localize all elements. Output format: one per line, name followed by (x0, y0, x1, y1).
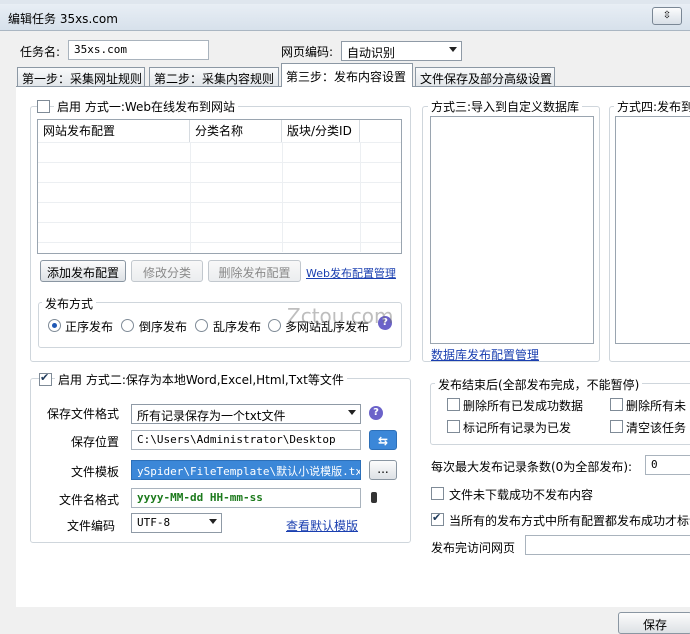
filename-format-label: 文件名格式 (59, 493, 120, 507)
method1-title-text: 方式一:Web在线发布到网站 (84, 100, 236, 114)
column-divider (282, 142, 283, 252)
delete-unpublished-checkbox[interactable] (610, 398, 623, 411)
file-encoding-label: 文件编码 (67, 519, 116, 533)
tab-file-save[interactable]: 文件保存及部分高级设置 (415, 67, 555, 86)
file-encoding-value: UTF-8 (137, 516, 171, 529)
delete-publish-config-button[interactable]: 删除发布配置 (208, 260, 301, 282)
method4-title: 方式四:发布到 (614, 98, 690, 115)
radio-multisite-random[interactable] (268, 319, 281, 332)
method1-enable-checkbox[interactable] (37, 100, 50, 113)
add-publish-config-button[interactable]: 添加发布配置 (40, 260, 126, 282)
window-title: 编辑任务 35xs.com (8, 12, 118, 26)
encoding-select[interactable]: 自动识别 (341, 41, 462, 61)
file-template-label: 文件模板 (71, 465, 120, 479)
chevron-down-icon (348, 410, 356, 415)
database-publish-config-link[interactable]: 数据库发布配置管理 (431, 346, 539, 363)
help-icon[interactable]: ? (369, 406, 383, 420)
restore-window-button[interactable]: ⇳ (652, 7, 682, 25)
mark-published-checkbox[interactable] (447, 420, 460, 433)
clear-task-label: 清空该任务 (626, 421, 687, 435)
radio-reverse[interactable] (121, 319, 134, 332)
title-bar: 编辑任务 35xs.com ⇳ (0, 4, 690, 31)
watermark-text: Zctou.com (287, 304, 394, 328)
chevron-down-icon (209, 519, 217, 524)
clear-task-checkbox[interactable] (610, 420, 623, 433)
radio-sequential-label: 正序发布 (65, 320, 114, 334)
delete-published-checkbox[interactable] (447, 398, 460, 411)
max-records-input[interactable]: 0 (645, 455, 690, 475)
save-location-label: 保存位置 (71, 435, 120, 449)
tab-step1[interactable]: 第一步：采集网址规则 (17, 67, 145, 86)
save-format-select[interactable]: 所有记录保存为一个txt文件 (131, 404, 361, 424)
mouse-icon (371, 492, 377, 503)
visit-url-label: 发布完访问网页 (431, 541, 516, 555)
delete-published-label: 删除所有已发成功数据 (463, 399, 584, 413)
database-config-list[interactable] (430, 116, 594, 344)
template-browse-button[interactable]: ... (369, 460, 397, 480)
list-header: 网站发布配置 分类名称 版块/分类ID (38, 120, 401, 143)
column-header-site-config[interactable]: 网站发布配置 (38, 120, 190, 142)
no-publish-if-download-fail-checkbox[interactable] (431, 487, 444, 500)
folder-browse-button[interactable]: ⇆ (369, 430, 397, 450)
radio-random-label: 乱序发布 (213, 320, 262, 334)
tab-step2[interactable]: 第二步：采集内容规则 (149, 67, 279, 86)
file-encoding-select[interactable]: UTF-8 (131, 513, 222, 533)
save-format-value: 所有记录保存为一个txt文件 (137, 409, 286, 423)
method2-title: 启用 方式二:保存为本地Word,Excel,Html,Txt等文件 (55, 371, 347, 388)
column-header-board-id[interactable]: 版块/分类ID (282, 120, 360, 142)
task-name-label: 任务名: (20, 45, 61, 59)
publish-mode-title: 发布方式 (42, 295, 97, 312)
method1-title: 启用 方式一:Web在线发布到网站 (54, 98, 239, 115)
tab-step3[interactable]: 第三步：发布内容设置 (281, 63, 413, 87)
column-header-category[interactable]: 分类名称 (190, 120, 282, 142)
column-divider (360, 142, 361, 252)
radio-reverse-label: 倒序发布 (139, 320, 188, 334)
save-format-label: 保存文件格式 (47, 407, 120, 421)
filename-format-input[interactable]: yyyy-MM-dd HH-mm-ss (131, 488, 361, 508)
mark-published-label: 标记所有记录为已发 (463, 421, 572, 435)
delete-unpublished-label: 删除所有未 (626, 399, 687, 413)
method2-enable-label: 启用 (58, 373, 83, 387)
web-publish-config-manage-link[interactable]: Web发布配置管理 (306, 265, 396, 281)
method2-title-text: 方式二:保存为本地Word,Excel,Html,Txt等文件 (85, 373, 344, 387)
after-publish-title: 发布结束后(全部发布完成，不能暂停) (435, 376, 643, 393)
max-records-label: 每次最大发布记录条数(0为全部发布): (431, 460, 633, 474)
method3-title: 方式三:导入到自定义数据库 (428, 98, 583, 115)
mark-when-all-success-label: 当所有的发布方式中所有配置都发布成功才标记 (449, 514, 690, 528)
file-template-input[interactable]: ySpider\FileTemplate\默认小说模版.txt (131, 460, 361, 480)
view-default-template-link[interactable]: 查看默认模版 (286, 517, 358, 534)
radio-sequential[interactable] (48, 319, 61, 332)
method1-enable-label: 启用 (57, 100, 82, 114)
no-publish-if-download-fail-label: 文件未下载成功不发布内容 (449, 488, 594, 502)
radio-random[interactable] (195, 319, 208, 332)
save-button[interactable]: 保存 (618, 612, 690, 634)
mark-when-all-success-checkbox[interactable] (431, 511, 444, 526)
encoding-label: 网页编码: (281, 45, 334, 59)
encoding-select-value: 自动识别 (347, 46, 396, 60)
task-name-input[interactable]: 35xs.com (68, 40, 209, 60)
save-location-input[interactable]: C:\Users\Administrator\Desktop (131, 430, 361, 450)
chevron-down-icon (449, 47, 457, 52)
edit-category-button[interactable]: 修改分类 (131, 260, 203, 282)
method4-list[interactable] (615, 116, 690, 344)
list-rows (38, 142, 401, 252)
visit-url-input[interactable] (525, 535, 690, 555)
method2-enable-checkbox[interactable] (39, 371, 52, 386)
column-divider (190, 142, 191, 252)
publish-config-list[interactable]: 网站发布配置 分类名称 版块/分类ID (37, 119, 402, 254)
